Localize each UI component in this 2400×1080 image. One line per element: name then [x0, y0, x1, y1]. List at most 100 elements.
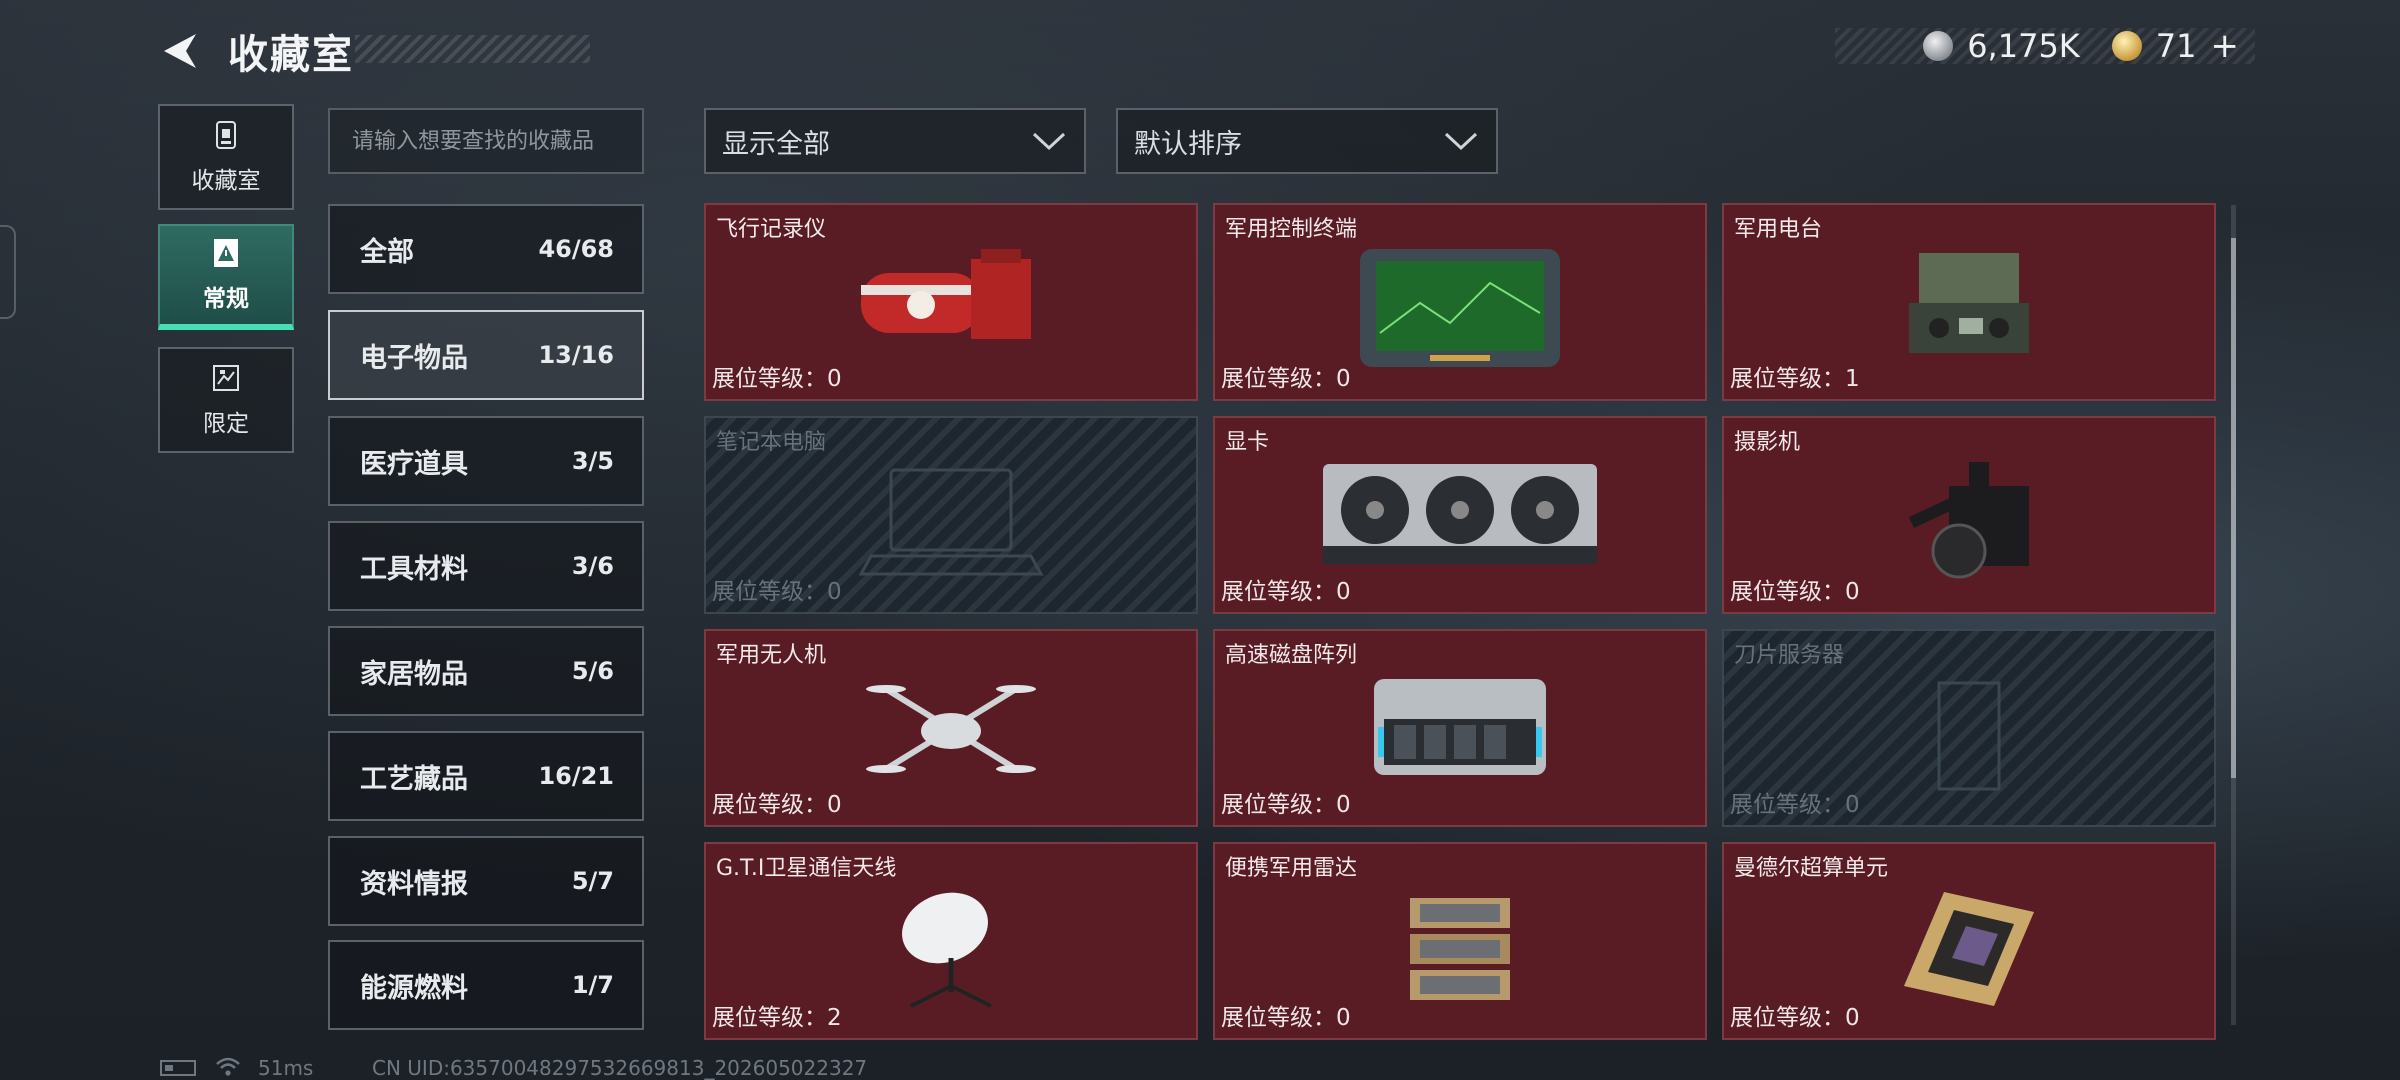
item-name: 军用无人机	[716, 643, 827, 668]
sort-value: 默认排序	[1134, 128, 1242, 160]
category-medical[interactable]: 医疗道具 3/5	[328, 416, 644, 506]
item-name: 摄影机	[1734, 430, 1801, 455]
category-electronics[interactable]: 电子物品 13/16	[328, 310, 644, 400]
side-tab-label: 收藏室	[191, 168, 261, 194]
item-level: 展位等级：0	[712, 579, 842, 605]
item-level: 展位等级：0	[1730, 1005, 1860, 1031]
category-count: 13/16	[538, 341, 614, 369]
category-label: 全部	[360, 236, 414, 268]
item-name: 便携军用雷达	[1225, 856, 1358, 881]
item-name: 军用电台	[1734, 217, 1823, 242]
item-level: 展位等级：0	[1221, 579, 1351, 605]
video-camera-icon	[1908, 462, 2029, 579]
item-level: 展位等级：0	[1730, 792, 1860, 818]
item-name: 军用控制终端	[1225, 217, 1358, 242]
item-name: 曼德尔超算单元	[1734, 856, 1889, 881]
item-name: G.T.I卫星通信天线	[716, 856, 897, 881]
search-input[interactable]	[328, 108, 644, 174]
category-label: 医疗道具	[360, 448, 468, 480]
battery-icon	[160, 1060, 196, 1076]
item-level: 展位等级：0	[712, 366, 842, 392]
item-card-graphics-card[interactable]: 显卡 展位等级：0	[1213, 416, 1707, 614]
disk-array-icon	[1374, 679, 1546, 775]
chevron-down-icon	[1032, 132, 1066, 151]
item-card-video-camera[interactable]: 摄影机 展位等级：0	[1722, 416, 2216, 614]
item-level: 展位等级：0	[1221, 1005, 1351, 1031]
category-tools[interactable]: 工具材料 3/6	[328, 521, 644, 611]
category-count: 5/7	[571, 867, 614, 895]
side-tab-collection-room[interactable]: 收藏室	[158, 104, 294, 210]
control-terminal-icon	[1360, 249, 1560, 367]
item-level: 展位等级：0	[1221, 366, 1351, 392]
category-count: 16/21	[538, 762, 614, 790]
back-arrow-icon[interactable]	[160, 30, 202, 72]
item-level: 展位等级：0	[1221, 792, 1351, 818]
category-count: 3/5	[571, 447, 614, 475]
laptop-icon	[858, 468, 1044, 576]
silver-amount: 6,175K	[1967, 27, 2080, 65]
item-card-portable-radar[interactable]: 便携军用雷达 展位等级：0	[1213, 842, 1707, 1040]
satellite-antenna-icon	[902, 892, 992, 1008]
uid-text: CN UID:6357004829753266981​3_20260502232…	[372, 1056, 868, 1080]
supercomputer-unit-icon	[1904, 892, 2034, 1006]
category-count: 46/68	[538, 235, 614, 263]
item-card-mandel-supercomputer[interactable]: 曼德尔超算单元 展位等级：0	[1722, 842, 2216, 1040]
category-household[interactable]: 家居物品 5/6	[328, 626, 644, 716]
wifi-icon	[216, 1057, 240, 1076]
item-level: 展位等级：0	[1730, 579, 1860, 605]
graphics-card-icon	[1323, 464, 1597, 564]
side-tab-label: 常规	[203, 286, 249, 312]
category-count: 5/6	[571, 657, 614, 685]
item-name: 笔记本电脑	[716, 430, 827, 455]
gold-coin-icon	[2111, 31, 2142, 61]
category-label: 家居物品	[360, 658, 468, 690]
item-card-military-control-terminal[interactable]: 军用控制终端 展位等级：0	[1213, 203, 1707, 401]
category-count: 1/7	[571, 971, 614, 999]
sort-dropdown[interactable]: 默认排序	[1116, 108, 1498, 174]
item-card-military-radio[interactable]: 军用电台 展位等级：1	[1722, 203, 2216, 401]
add-currency-button[interactable]: +	[2211, 26, 2240, 66]
item-name: 飞行记录仪	[716, 217, 827, 242]
item-name: 刀片服务器	[1734, 643, 1845, 668]
filter-dropdown[interactable]: 显示全部	[704, 108, 1086, 174]
item-level: 展位等级：1	[1730, 366, 1860, 392]
filter-value: 显示全部	[722, 128, 830, 160]
drone-icon	[866, 685, 1036, 773]
item-name: 高速磁盘阵列	[1225, 643, 1358, 668]
warning-card-icon	[214, 239, 238, 267]
category-count: 3/6	[571, 552, 614, 580]
flight-recorder-icon	[861, 249, 1031, 339]
currency-bar: 6,175K 71 +	[1835, 26, 2255, 66]
category-fuel[interactable]: 能源燃料 1/7	[328, 940, 644, 1030]
item-card-laptop[interactable]: 笔记本电脑 展位等级：0	[704, 416, 1198, 614]
item-card-military-drone[interactable]: 军用无人机 展位等级：0	[704, 629, 1198, 827]
military-radio-icon	[1909, 253, 2029, 353]
silver-coin-icon	[1923, 31, 1954, 61]
side-tab-limited[interactable]: 限定	[158, 347, 294, 453]
portable-radar-icon	[1410, 898, 1510, 1000]
item-card-flight-recorder[interactable]: 飞行记录仪 展位等级：0	[704, 203, 1198, 401]
edge-decoration	[0, 225, 16, 319]
side-tab-regular[interactable]: 常规	[158, 224, 294, 330]
category-all[interactable]: 全部 46/68	[328, 204, 644, 294]
limited-card-icon	[213, 365, 239, 391]
blade-server-icon	[1937, 681, 2001, 791]
gold-amount: 71	[2155, 27, 2197, 65]
item-level: 展位等级：2	[712, 1005, 842, 1031]
title-decoration	[355, 35, 590, 63]
item-card-satellite-antenna[interactable]: G.T.I卫星通信天线 展位等级：2	[704, 842, 1198, 1040]
ping-text: 51ms	[258, 1056, 314, 1080]
grid-scrollbar-thumb[interactable]	[2231, 238, 2236, 778]
category-label: 能源燃料	[360, 972, 468, 1004]
item-level: 展位等级：0	[712, 792, 842, 818]
item-name: 显卡	[1225, 430, 1270, 455]
category-label: 资料情报	[360, 868, 468, 900]
category-intel[interactable]: 资料情报 5/7	[328, 836, 644, 926]
side-tab-label: 限定	[203, 411, 249, 437]
category-crafts[interactable]: 工艺藏品 16/21	[328, 731, 644, 821]
item-card-disk-array[interactable]: 高速磁盘阵列 展位等级：0	[1213, 629, 1707, 827]
trophy-icon	[216, 121, 236, 149]
category-label: 电子物品	[360, 342, 468, 374]
category-label: 工具材料	[360, 553, 468, 585]
item-card-blade-server[interactable]: 刀片服务器 展位等级：0	[1722, 629, 2216, 827]
